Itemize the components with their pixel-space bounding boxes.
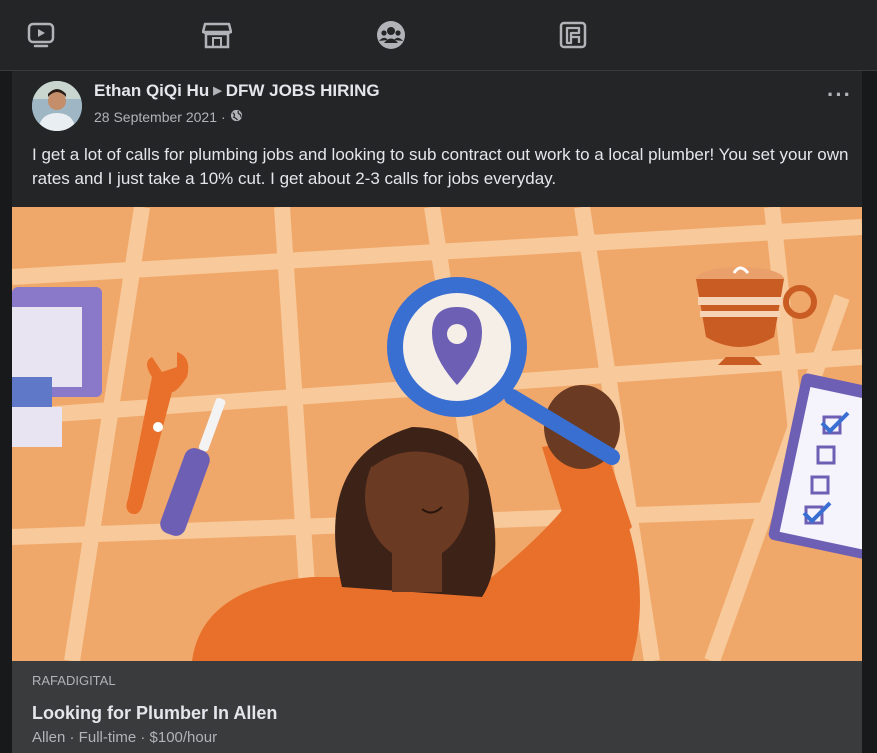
post-date[interactable]: 28 September 2021 [94,109,217,125]
link-source: RAFADIGITAL [32,673,116,688]
top-navigation-bar [0,0,877,71]
globe-icon [230,109,243,125]
author-name[interactable]: Ethan QiQi Hu [94,81,209,100]
feed-post: Ethan QiQi Hu ▶ DFW JOBS HIRING 28 Septemb… [12,71,862,753]
woman-with-magnifying-glass-map-illustration [12,207,862,661]
link-subtitle: Allen · Full-time · $100/hour [32,729,218,746]
groups-icon[interactable] [374,18,408,52]
post-meta: 28 September 2021 · [94,109,243,125]
avatar[interactable] [32,81,82,131]
marketplace-icon[interactable] [200,18,234,52]
caret-right-icon: ▶ [213,85,222,97]
link-preview-card[interactable]: RAFADIGITAL Looking for Plumber In Allen… [12,661,862,753]
post-text: I get a lot of calls for plumbing jobs a… [32,145,849,188]
video-icon[interactable] [24,18,58,52]
post-author-line: Ethan QiQi Hu ▶ DFW JOBS HIRING [94,81,380,101]
group-name[interactable]: DFW JOBS HIRING [226,81,380,100]
more-options-button[interactable]: ··· [827,84,852,106]
gaming-icon[interactable] [556,18,590,52]
link-preview-image[interactable] [12,207,862,661]
link-title[interactable]: Looking for Plumber In Allen [32,703,277,724]
meta-separator: · [220,109,226,125]
